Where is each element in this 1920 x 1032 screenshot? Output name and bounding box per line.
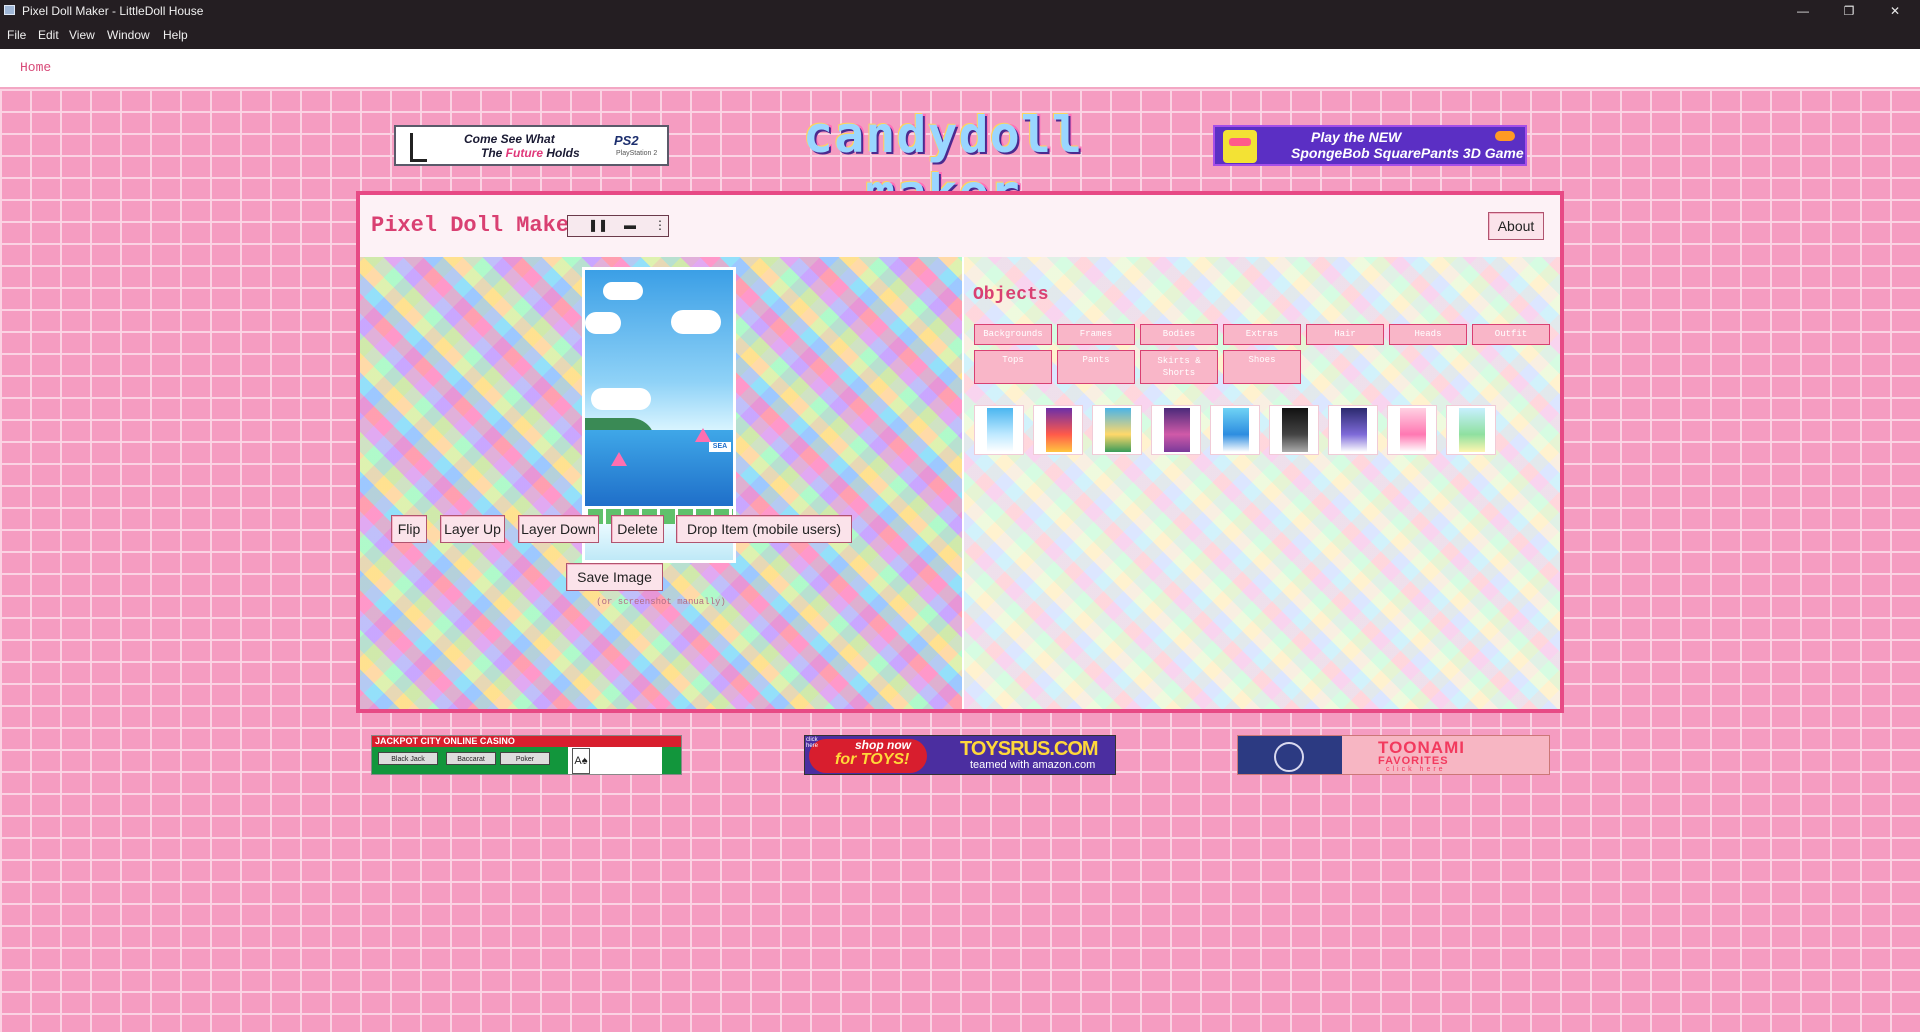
menu-window[interactable]: Window <box>107 28 150 42</box>
thumbnail-art <box>1046 408 1072 452</box>
spongebob-ad-line2: SpongeBob SquarePants 3D Game <box>1291 145 1524 161</box>
thumbnail-art <box>987 408 1013 452</box>
menu-file[interactable]: File <box>7 28 26 42</box>
save-hint-text: (or screenshot manually) <box>596 597 726 607</box>
toysrus-click-here: click here <box>806 737 819 749</box>
close-icon[interactable]: ✕ <box>1872 0 1918 22</box>
category-bodies[interactable]: Bodies <box>1140 324 1218 345</box>
site-nav: Home <box>0 49 1920 89</box>
category-hair[interactable]: Hair <box>1306 324 1384 345</box>
about-button[interactable]: About <box>1488 212 1544 240</box>
objects-title: Objects <box>973 285 1049 305</box>
layer-down-button[interactable]: Layer Down <box>518 515 599 543</box>
panel-title: Pixel Doll Maker <box>371 213 583 238</box>
toysrus-amazon-text: teamed with amazon.com <box>970 759 1096 771</box>
nick-logo-icon <box>1495 131 1515 141</box>
restore-icon[interactable]: ❐ <box>1826 0 1872 22</box>
home-link[interactable]: Home <box>20 60 51 75</box>
category-backgrounds[interactable]: Backgrounds <box>974 324 1052 345</box>
category-skirts-shorts[interactable]: Skirts & Shorts <box>1140 350 1218 384</box>
category-heads[interactable]: Heads <box>1389 324 1467 345</box>
category-tops[interactable]: Tops <box>974 350 1052 384</box>
ps2-ad-line2: The Future Holds <box>481 146 580 160</box>
toysrus-logo: TOYSRUS.COM <box>960 738 1099 760</box>
pause-icon[interactable]: ❚❚ <box>588 218 608 232</box>
background-thumbnail[interactable] <box>1328 405 1378 455</box>
background-thumbnail[interactable] <box>1446 405 1496 455</box>
ps2-logo-sub: PlayStation 2 <box>616 150 658 157</box>
more-options-icon[interactable]: ⋮ <box>654 218 666 232</box>
toysrus-ad-banner[interactable]: click here shop now for TOYS! TOYSRUS.CO… <box>804 735 1116 775</box>
menu-bar: File Edit View Window Help <box>0 22 1920 49</box>
casino-ad-title: JACKPOT CITY ONLINE CASINO <box>372 736 681 747</box>
menu-edit[interactable]: Edit <box>38 28 59 42</box>
casino-baccarat-button[interactable]: Baccarat <box>446 752 496 765</box>
drop-item-button[interactable]: Drop Item (mobile users) <box>676 515 852 543</box>
casino-blackjack-button[interactable]: Black Jack <box>378 752 438 765</box>
background-thumbnail[interactable] <box>1151 405 1201 455</box>
thumbnail-art <box>1341 408 1367 452</box>
ps2-bracket-icon <box>410 133 427 162</box>
casino-green-strip <box>662 747 681 774</box>
ps2-ad-line1: Come See What <box>464 132 555 146</box>
menu-view[interactable]: View <box>69 28 95 42</box>
toonami-line3: click here <box>1386 766 1446 773</box>
flip-button[interactable]: Flip <box>391 515 427 543</box>
toysrus-shop-now: shop now <box>855 738 911 752</box>
casino-ad-banner[interactable]: JACKPOT CITY ONLINE CASINO Black Jack Ba… <box>371 735 682 775</box>
playing-card-icon: A♠ <box>572 748 590 774</box>
thumbnail-art <box>1282 408 1308 452</box>
volume-icon[interactable]: ▬ <box>624 218 636 232</box>
ps2-ad-banner[interactable]: Come See What The Future Holds PS2 PlayS… <box>394 125 669 166</box>
sea-sign: SEA <box>709 442 731 452</box>
window-titlebar: Pixel Doll Maker - LittleDoll House — ❐ … <box>0 0 1920 22</box>
delete-button[interactable]: Delete <box>611 515 664 543</box>
spongebob-face-icon <box>1223 130 1257 163</box>
music-player: ❚❚ ▬ ⋮ <box>567 215 669 237</box>
spongebob-ad-banner[interactable]: Play the NEW SpongeBob SquarePants 3D Ga… <box>1213 125 1527 166</box>
menu-help[interactable]: Help <box>163 28 188 42</box>
toysrus-for-toys: for TOYS! <box>835 751 910 768</box>
thumbnail-art <box>1223 408 1249 452</box>
save-image-button[interactable]: Save Image <box>566 563 663 591</box>
background-thumbnail[interactable] <box>1210 405 1260 455</box>
panel-header: Pixel Doll Maker ❚❚ ▬ ⋮ About <box>360 195 1560 257</box>
cloud-shape <box>591 388 651 410</box>
window-title: Pixel Doll Maker - LittleDoll House <box>22 4 204 18</box>
category-pants[interactable]: Pants <box>1057 350 1135 384</box>
thumbnail-art <box>1164 408 1190 452</box>
site-logo[interactable]: candydoll maker <box>728 106 1158 222</box>
cloud-shape <box>585 312 621 334</box>
doll-maker-panel: Pixel Doll Maker ❚❚ ▬ ⋮ About SEA Flip L… <box>356 191 1564 713</box>
category-frames[interactable]: Frames <box>1057 324 1135 345</box>
casino-poker-button[interactable]: Poker <box>500 752 550 765</box>
objects-panel: Objects Backgrounds Frames Bodies Extras… <box>962 257 1560 709</box>
cloud-shape <box>603 282 643 300</box>
background-thumbnail[interactable] <box>1092 405 1142 455</box>
app-icon <box>4 5 15 15</box>
spongebob-ad-line1: Play the NEW <box>1311 129 1402 145</box>
background-thumbnail[interactable] <box>1269 405 1319 455</box>
sailboat-icon <box>611 452 627 466</box>
background-thumbnail[interactable] <box>1387 405 1437 455</box>
background-thumbnail[interactable] <box>1033 405 1083 455</box>
minimize-icon[interactable]: — <box>1780 0 1826 22</box>
category-outfit[interactable]: Outfit <box>1472 324 1550 345</box>
toonami-ad-banner[interactable]: TOONAMI FAVORITES click here <box>1237 735 1550 775</box>
toonami-emblem-icon <box>1238 736 1342 774</box>
thumbnail-art <box>1459 408 1485 452</box>
cloud-shape <box>671 310 721 334</box>
category-extras[interactable]: Extras <box>1223 324 1301 345</box>
sailboat-icon <box>695 428 711 442</box>
background-thumbnail[interactable] <box>974 405 1024 455</box>
thumbnail-art <box>1105 408 1131 452</box>
thumbnail-art <box>1400 408 1426 452</box>
category-shoes[interactable]: Shoes <box>1223 350 1301 384</box>
doll-canvas-area: SEA Flip Layer Up Layer Down Delete Drop… <box>360 257 962 709</box>
layer-up-button[interactable]: Layer Up <box>440 515 505 543</box>
ps2-logo: PS2 <box>614 133 639 148</box>
